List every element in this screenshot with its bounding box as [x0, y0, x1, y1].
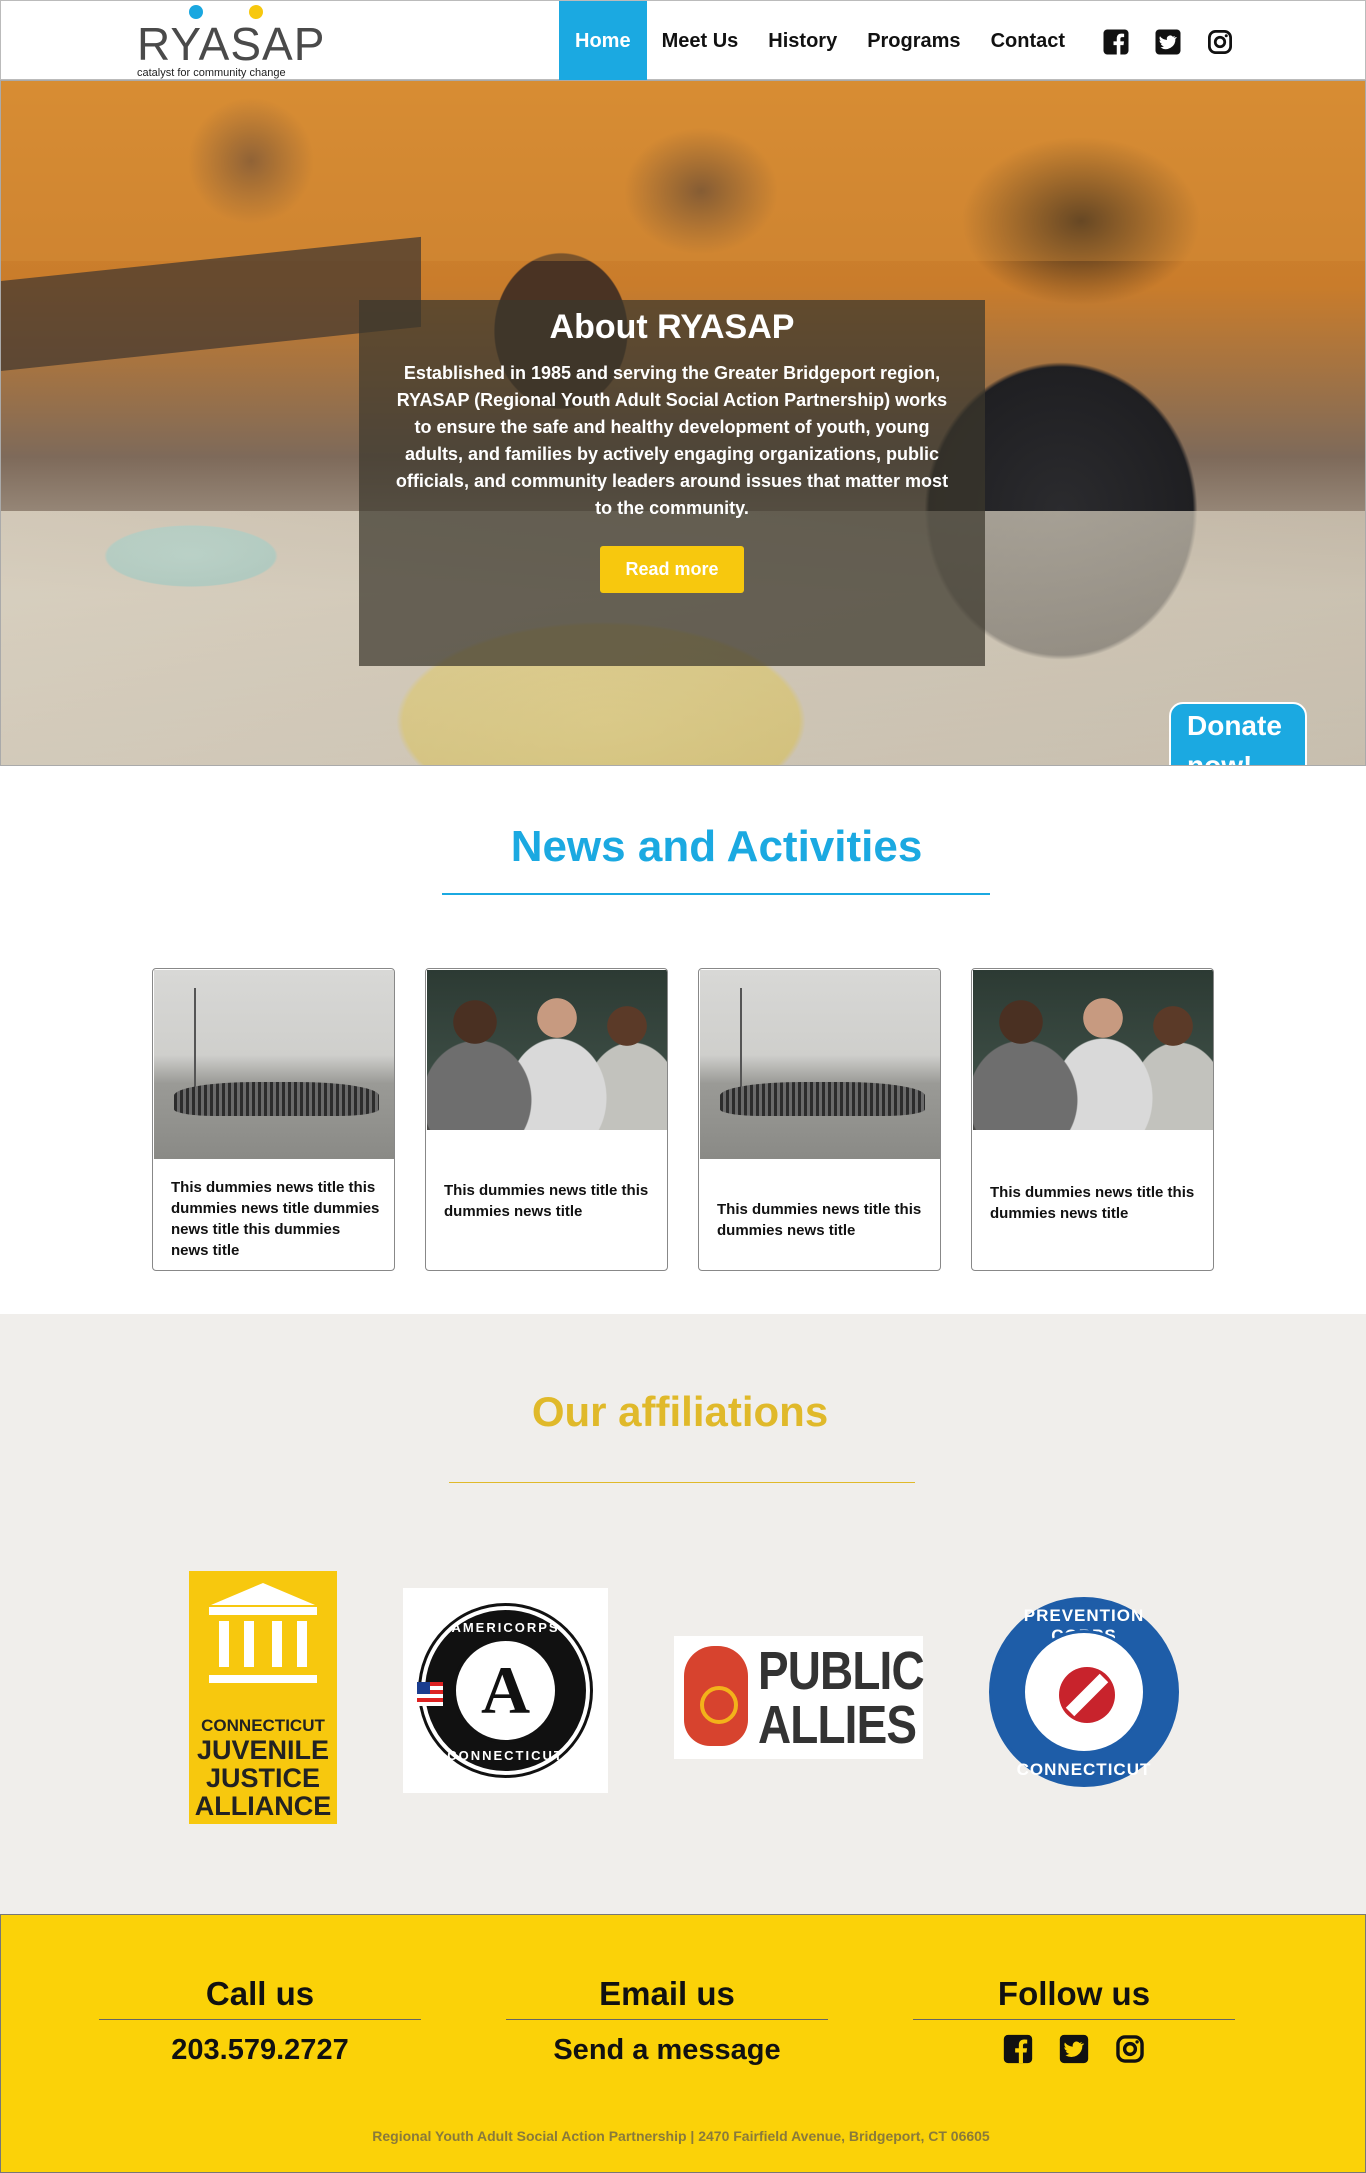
courthouse-icon: [211, 1583, 315, 1605]
news-card-image: [973, 970, 1213, 1130]
site-footer: Call us 203.579.2727 Email us Send a mes…: [0, 1914, 1366, 2173]
cjja-line4: ALLIANCE: [194, 1791, 332, 1821]
americorps-letter: A: [453, 1638, 558, 1743]
news-card-title: This dummies news title this dummies new…: [990, 1184, 1195, 1222]
footer-call-column: Call us 203.579.2727: [99, 1975, 421, 2067]
nav-meet-us[interactable]: Meet Us: [647, 1, 754, 81]
about-panel: About RYASAP Established in 1985 and ser…: [359, 300, 985, 666]
facebook-icon[interactable]: [1001, 2032, 1035, 2066]
header-social-links: [1101, 27, 1235, 57]
americorps-top-text: AMERICORPS: [451, 1620, 560, 1635]
prevention-corps-logo[interactable]: PREVENTION CORPS CONNECTICUT: [989, 1597, 1179, 1787]
footer-email-title: Email us: [599, 1975, 735, 2012]
news-card-image: [427, 970, 667, 1130]
public-allies-word2: ALLIES: [758, 1695, 917, 1755]
hero-banner: About RYASAP Established in 1985 and ser…: [0, 80, 1366, 766]
footer-address: Regional Youth Adult Social Action Partn…: [372, 2128, 990, 2144]
hero-photo-wall: [1, 81, 1365, 261]
footer-email-column: Email us Send a message: [506, 1975, 828, 2067]
footer-social-links: [913, 2032, 1235, 2066]
news-section-title: News and Activities: [510, 822, 923, 871]
news-card-title: This dummies news title this dummies new…: [717, 1201, 922, 1239]
news-card-title: This dummies news title this dummies new…: [444, 1182, 649, 1220]
footer-call-title: Call us: [205, 1975, 315, 2012]
hand-icon: [684, 1646, 748, 1746]
footer-follow-title: Follow us: [997, 1975, 1151, 2012]
footer-follow-column: Follow us: [913, 1975, 1235, 2066]
about-text: Established in 1985 and serving the Grea…: [395, 363, 949, 518]
news-card-image: [700, 970, 940, 1159]
ryasap-logo[interactable]: RYASAP catalyst for community change: [131, 5, 324, 79]
cjja-line1: CONNECTICUT: [201, 1716, 325, 1735]
logo-tagline: catalyst for community change: [137, 67, 286, 79]
twitter-icon[interactable]: [1057, 2032, 1091, 2066]
affiliations-section: Our affiliations CONNECTICUT JUVENILE JU…: [0, 1314, 1366, 1914]
cjja-line2: JUVENILE: [196, 1735, 330, 1765]
donate-label-line1: Donate: [1187, 710, 1282, 741]
news-card-title: This dummies news title this dummies new…: [171, 1179, 380, 1259]
news-card-image: [154, 970, 394, 1159]
instagram-icon[interactable]: [1113, 2032, 1147, 2066]
donate-button[interactable]: Donate now!: [1169, 702, 1307, 766]
twitter-icon[interactable]: [1153, 27, 1183, 57]
facebook-icon[interactable]: [1101, 27, 1131, 57]
news-title-divider: [442, 893, 990, 895]
nav-home[interactable]: Home: [559, 1, 647, 81]
public-allies-word1: PUBLIC: [758, 1641, 925, 1701]
news-card[interactable]: This dummies news title this dummies new…: [425, 968, 668, 1271]
prevention-corps-bottom-text: CONNECTICUT: [1016, 1760, 1152, 1779]
americorps-bottom-text: CONNECTICUT: [447, 1748, 564, 1763]
news-card[interactable]: This dummies news title this dummies new…: [698, 968, 941, 1271]
nav-programs[interactable]: Programs: [852, 1, 975, 81]
top-navbar: RYASAP catalyst for community change Hom…: [0, 0, 1366, 81]
logo-wordmark: RYASAP: [137, 18, 326, 70]
nav-contact[interactable]: Contact: [976, 1, 1080, 81]
about-title: About RYASAP: [549, 308, 795, 346]
nav-history[interactable]: History: [753, 1, 852, 81]
read-more-button[interactable]: Read more: [600, 546, 744, 593]
americorps-connecticut-logo[interactable]: AMERICORPS A CONNECTICUT: [403, 1588, 608, 1793]
footer-send-message-link[interactable]: Send a message: [506, 2034, 828, 2067]
cjja-logo[interactable]: CONNECTICUT JUVENILE JUSTICE ALLIANCE: [189, 1571, 337, 1824]
main-menu: Home Meet Us History Programs Contact: [559, 1, 1080, 81]
footer-phone[interactable]: 203.579.2727: [99, 2034, 421, 2067]
news-card[interactable]: This dummies news title this dummies new…: [971, 968, 1214, 1271]
donate-label-line2: now!: [1187, 750, 1253, 766]
public-allies-logo[interactable]: PUBLIC ALLIES: [674, 1636, 925, 1759]
instagram-icon[interactable]: [1205, 27, 1235, 57]
prohibition-icon: [1059, 1667, 1115, 1723]
us-flag-icon: [417, 1682, 443, 1706]
affiliations-divider: [449, 1482, 915, 1483]
affiliations-title: Our affiliations: [531, 1388, 829, 1435]
news-card[interactable]: This dummies news title this dummies new…: [152, 968, 395, 1271]
cjja-line3: JUSTICE: [205, 1763, 321, 1793]
